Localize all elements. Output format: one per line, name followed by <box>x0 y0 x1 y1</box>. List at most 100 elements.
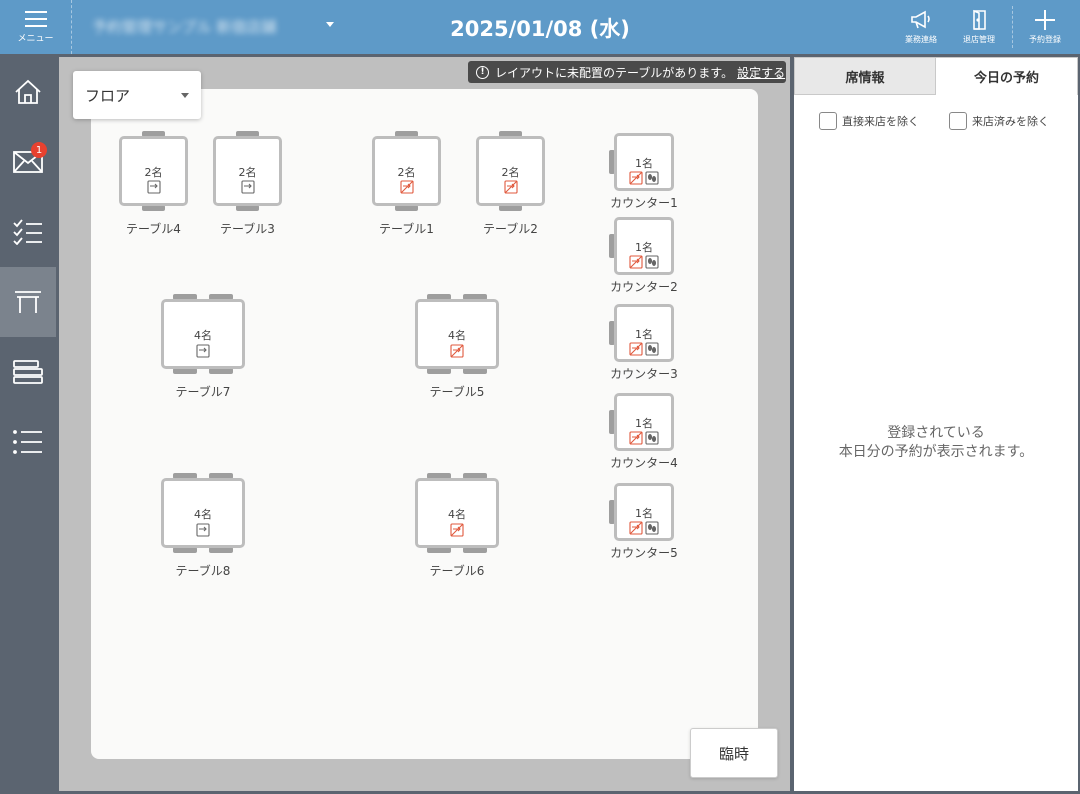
business-notice-label: 業務連絡 <box>905 35 937 44</box>
table-capacity: 1名 <box>635 507 653 520</box>
empty-message-line2: 本日分の予約が表示されます。 <box>838 444 1034 460</box>
table-capacity: 4名 <box>194 508 212 521</box>
table-status-icons <box>476 179 545 194</box>
layout-rows-icon <box>13 360 43 384</box>
table-seat[interactable]: 2名テーブル3 <box>213 131 282 236</box>
table-name: テーブル8 <box>175 564 231 578</box>
no-reservation-icon <box>450 522 464 537</box>
table-name: テーブル7 <box>175 385 231 399</box>
exit-management-button[interactable]: 退店管理 <box>946 0 1012 54</box>
top-bar: メニュー 予約管理サンプル 新宿店舗 2025/01/08 (水) 業務連絡 退… <box>0 0 1080 54</box>
no-reservation-icon <box>399 179 414 194</box>
table-status-icons <box>161 522 245 537</box>
table-capacity: 1名 <box>635 417 653 430</box>
table-capacity: 4名 <box>448 508 466 521</box>
table-seat[interactable]: 2名 テーブル1 <box>372 131 441 236</box>
empty-message-line1: 登録されている <box>887 425 985 441</box>
table-status-icons <box>415 522 499 537</box>
exit-management-label: 退店管理 <box>963 35 995 44</box>
megaphone-icon <box>909 9 933 31</box>
table-seat[interactable]: 4名テーブル6 <box>415 473 499 578</box>
table-seat[interactable]: 1名カウンター4 <box>609 393 678 470</box>
floor-select[interactable]: フロア <box>73 71 201 119</box>
table-status-icons <box>415 343 499 358</box>
exit-door-icon <box>969 9 989 31</box>
menu-label: メニュー <box>17 33 54 44</box>
filter-exclude-walkin[interactable]: 直接来店を除く <box>819 112 919 130</box>
table-name: カウンター4 <box>610 456 678 470</box>
table-seat[interactable]: 2名 テーブル2 <box>476 131 545 236</box>
reservation-icon <box>196 343 210 358</box>
table-name: テーブル5 <box>429 385 485 399</box>
no-reservation-icon <box>503 179 518 194</box>
home-icon <box>15 79 41 104</box>
table-seat[interactable]: 4名テーブル7 <box>161 294 245 399</box>
table-seat[interactable]: 4名テーブル8 <box>161 473 245 578</box>
floor-select-label: フロア <box>85 86 131 105</box>
chevron-down-icon <box>181 93 189 98</box>
menu-button[interactable]: メニュー <box>0 0 72 54</box>
table-capacity: 2名 <box>238 166 257 179</box>
no-reservation-icon <box>629 254 643 269</box>
table-capacity: 1名 <box>635 241 653 254</box>
hamburger-icon <box>24 10 47 27</box>
table-status-icons <box>614 170 674 185</box>
new-reservation-button[interactable]: 予約登録 <box>1012 0 1078 54</box>
table-seat[interactable]: 2名 テーブル4 <box>119 131 188 236</box>
sidebar-item-list[interactable] <box>0 407 56 477</box>
reservation-icon <box>196 522 210 537</box>
table-status-icons <box>614 520 674 535</box>
walk-in-icon <box>645 170 659 185</box>
table-capacity: 2名 <box>501 166 520 179</box>
panel-tabs: 席情報 今日の予約 <box>794 57 1078 95</box>
mail-unread-badge: 1 <box>31 142 47 158</box>
table-capacity: 4名 <box>448 329 466 342</box>
empty-reservations-message: 登録されている 本日分の予約が表示されます。 <box>794 424 1078 462</box>
unplaced-tables-notice: ! レイアウトに未配置のテーブルがあります。 設定する <box>468 61 786 83</box>
table-seat[interactable]: 1名カウンター2 <box>609 217 678 294</box>
plus-icon <box>1034 9 1056 31</box>
business-notice-button[interactable]: 業務連絡 <box>888 0 954 54</box>
sidebar-item-tasks[interactable] <box>0 197 56 267</box>
sidebar-item-tables[interactable] <box>0 267 56 337</box>
table-icon <box>15 291 41 313</box>
temporary-button[interactable]: 臨時 <box>690 728 778 778</box>
no-reservation-icon <box>629 520 643 535</box>
reservation-icon <box>146 179 161 194</box>
table-capacity: 2名 <box>397 166 416 179</box>
tab-todays-reservations[interactable]: 今日の予約 <box>935 57 1078 95</box>
table-status-icons <box>119 179 188 194</box>
right-panel: 席情報 今日の予約 直接来店を除く 来店済みを除く 登録されている 本日分の予約… <box>794 57 1078 791</box>
no-reservation-icon <box>629 430 643 445</box>
table-seat[interactable]: 1名 カウンター5 <box>609 483 678 560</box>
table-name: カウンター3 <box>610 367 678 381</box>
checkbox[interactable] <box>949 112 967 130</box>
table-capacity: 1名 <box>635 328 653 341</box>
shop-dropdown-caret-icon[interactable] <box>326 22 334 27</box>
table-name: テーブル6 <box>429 564 485 578</box>
tab-seat-info[interactable]: 席情報 <box>794 57 936 95</box>
table-seat[interactable]: 1名カウンター3 <box>609 304 678 381</box>
sidebar-item-home[interactable] <box>0 57 56 127</box>
filter-exclude-visited[interactable]: 来店済みを除く <box>949 112 1049 130</box>
walk-in-icon <box>645 520 659 535</box>
info-icon: ! <box>476 65 489 79</box>
notice-settings-link[interactable]: 設定する <box>737 64 785 81</box>
table-status-icons <box>372 179 441 194</box>
filter-label: 直接来店を除く <box>842 115 919 128</box>
table-name: カウンター2 <box>610 280 678 294</box>
table-seat[interactable]: 4名テーブル5 <box>415 294 499 399</box>
table-status-icons <box>614 430 674 445</box>
shop-name[interactable]: 予約管理サンプル 新宿店舗 <box>92 16 276 37</box>
checkbox[interactable] <box>819 112 837 130</box>
notice-text: レイアウトに未配置のテーブルがあります。 <box>495 65 734 80</box>
table-status-icons <box>213 179 282 194</box>
table-capacity: 4名 <box>194 329 212 342</box>
sidebar-item-layout[interactable] <box>0 337 56 407</box>
table-seat[interactable]: 1名 カウンター1 <box>609 133 678 210</box>
new-reservation-label: 予約登録 <box>1029 35 1061 44</box>
table-capacity: 1名 <box>635 157 653 170</box>
sidebar: 1 <box>0 54 56 794</box>
table-name: テーブル3 <box>220 222 275 236</box>
sidebar-item-mail[interactable]: 1 <box>0 127 56 197</box>
